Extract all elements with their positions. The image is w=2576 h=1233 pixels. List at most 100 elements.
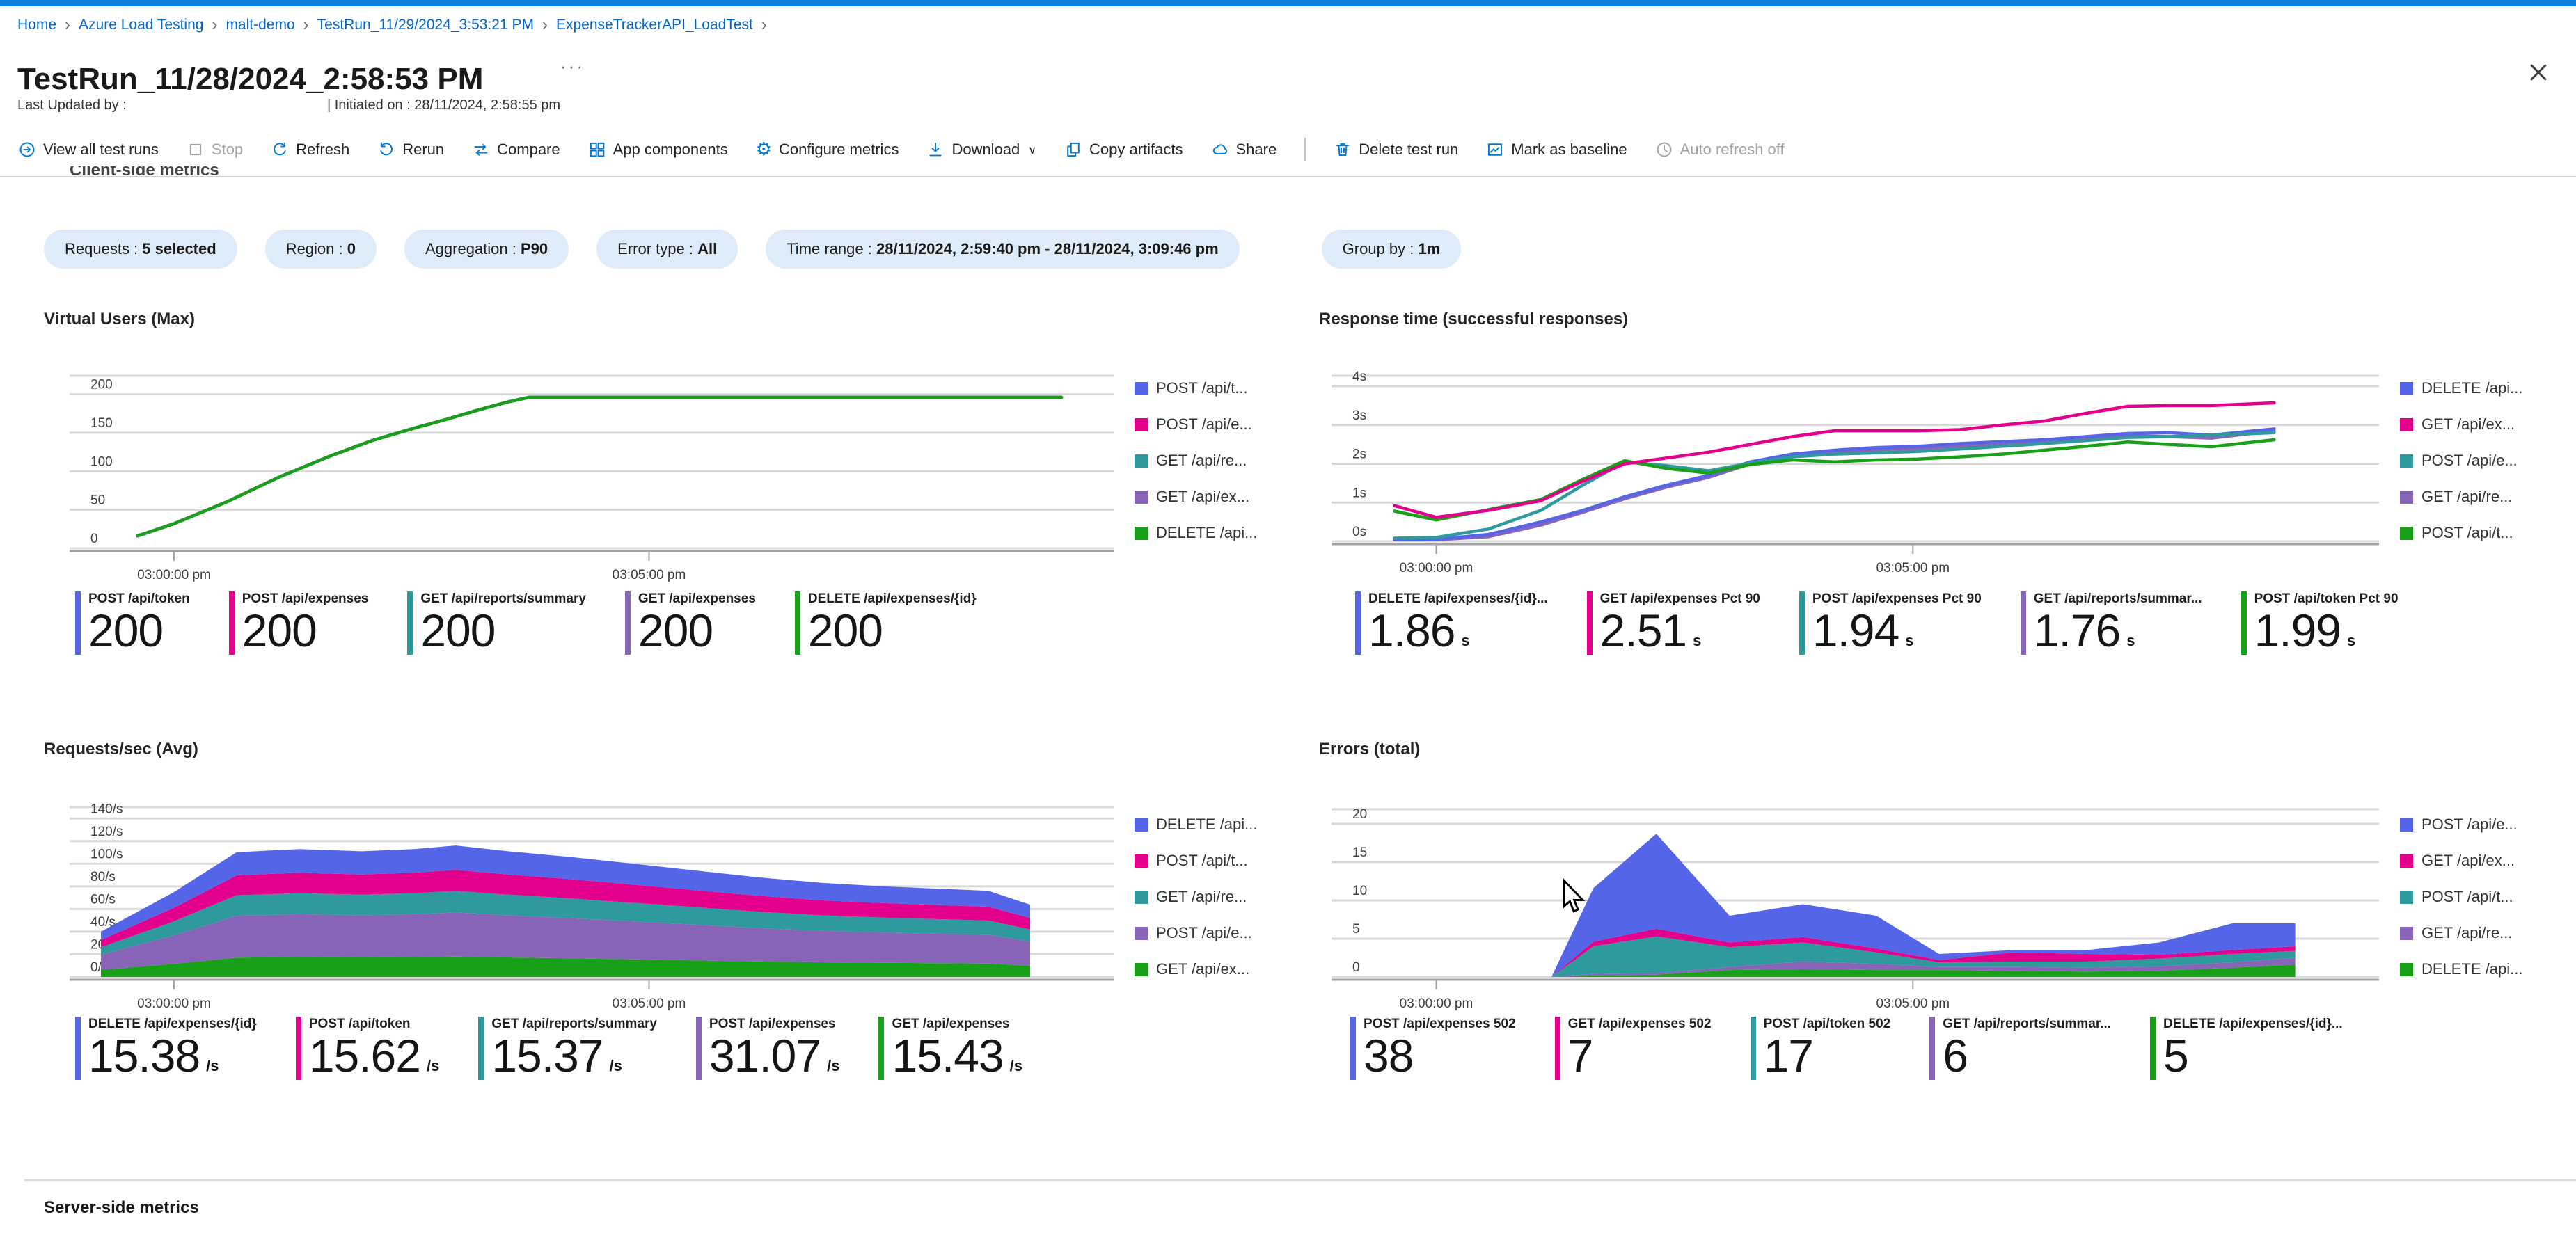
- filter-pill-time-range[interactable]: Time range : 28/11/2024, 2:59:40 pm - 28…: [766, 230, 1239, 269]
- metric-card-color-bar: [296, 1017, 301, 1080]
- close-icon[interactable]: [2526, 60, 2551, 85]
- server-side-metrics-heading: Server-side metrics: [44, 1198, 199, 1218]
- filter-pill-requests[interactable]: Requests : 5 selected: [44, 230, 237, 269]
- metric-card-post-api-token-pct-90: POST /api/token Pct 901.99s: [2241, 591, 2399, 655]
- last-updated-label: Last Updated by :: [17, 97, 127, 113]
- metric-card-post-api-token-502: POST /api/token 50217: [1751, 1017, 1891, 1080]
- metric-card-unit: /s: [827, 1058, 839, 1080]
- metric-card-get-api-expenses: GET /api/expenses200: [625, 591, 756, 655]
- legend-item-get-api-ex[interactable]: GET /api/ex...: [1135, 488, 1258, 506]
- metric-card-post-api-expenses-502: POST /api/expenses 50238: [1350, 1017, 1516, 1080]
- metric-card-value: 200: [242, 607, 369, 655]
- legend-item-delete-api[interactable]: DELETE /api...: [1135, 816, 1258, 834]
- metric-card-post-api-expenses: POST /api/expenses31.07/s: [696, 1017, 840, 1080]
- chart-title: Requests/sec (Avg): [44, 740, 1307, 759]
- virtual-users-chart: Virtual Users (Max) 05010015020003:00:00…: [44, 310, 1307, 734]
- legend-item-post-api-e[interactable]: POST /api/e...: [2400, 452, 2523, 470]
- metric-card-post-api-token: POST /api/token15.62/s: [296, 1017, 440, 1080]
- metric-card-value: 1.94s: [1812, 607, 1982, 655]
- chevron-right-icon: ›: [212, 17, 217, 33]
- legend-item-post-api-e[interactable]: POST /api/e...: [2400, 816, 2523, 834]
- metric-card-value: 38: [1364, 1032, 1516, 1080]
- share-button[interactable]: Share: [1211, 141, 1277, 159]
- breadcrumb-link-malt-demo[interactable]: malt-demo: [226, 17, 294, 33]
- legend-swatch: [1135, 527, 1148, 540]
- configure-metrics-button[interactable]: ⚙Configure metrics: [756, 141, 899, 159]
- breadcrumb-link-azure-load-testing[interactable]: Azure Load Testing: [79, 17, 203, 33]
- metric-card-unit: /s: [427, 1058, 439, 1080]
- legend-item-get-api-re[interactable]: GET /api/re...: [2400, 488, 2523, 506]
- rerun-button[interactable]: Rerun: [377, 141, 444, 159]
- copy-artifacts-button[interactable]: Copy artifacts: [1064, 141, 1183, 159]
- legend-item-get-api-re[interactable]: GET /api/re...: [1135, 888, 1258, 906]
- metric-card-color-bar: [878, 1017, 884, 1080]
- legend-item-post-api-t[interactable]: POST /api/t...: [2400, 524, 2523, 542]
- filter-pill-group-by[interactable]: Group by : 1m: [1322, 230, 1462, 269]
- legend-swatch: [1135, 854, 1148, 868]
- metric-card-unit: /s: [206, 1058, 219, 1080]
- metric-card-unit: s: [2126, 633, 2135, 655]
- app-components-button[interactable]: App components: [588, 141, 728, 159]
- refresh-button[interactable]: Refresh: [271, 141, 349, 159]
- metric-card-value: 15.37/s: [491, 1032, 657, 1080]
- metric-card-color-bar: [75, 591, 81, 655]
- legend-label: POST /api/e...: [2421, 452, 2518, 470]
- metric-card-get-api-expenses-502: GET /api/expenses 5027: [1555, 1017, 1712, 1080]
- legend-item-post-api-t[interactable]: POST /api/t...: [1135, 852, 1258, 870]
- legend-label: DELETE /api...: [2421, 379, 2523, 397]
- legend-label: POST /api/t...: [2421, 888, 2513, 906]
- view-all-test-runs-button[interactable]: View all test runs: [18, 141, 159, 159]
- metric-card-color-bar: [75, 1017, 81, 1080]
- filter-value: 5 selected: [142, 240, 216, 257]
- metric-card-color-bar: [478, 1017, 484, 1080]
- legend-item-delete-api[interactable]: DELETE /api...: [2400, 379, 2523, 397]
- legend-item-get-api-ex[interactable]: GET /api/ex...: [2400, 852, 2523, 870]
- breadcrumb-link-testrun-11-29-2024-3-53-21-pm[interactable]: TestRun_11/29/2024_3:53:21 PM: [317, 17, 534, 33]
- chevron-right-icon: ›: [542, 17, 548, 33]
- compare-button[interactable]: Compare: [472, 141, 560, 159]
- filter-pill-aggregation[interactable]: Aggregation : P90: [404, 230, 569, 269]
- filter-value: 0: [347, 240, 356, 257]
- legend-label: DELETE /api...: [1156, 524, 1258, 542]
- legend-swatch: [1135, 927, 1148, 940]
- mark-as-baseline-button[interactable]: Mark as baseline: [1486, 141, 1627, 159]
- chart-legend: POST /api/t... POST /api/e... GET /api/re.…: [1135, 379, 1258, 542]
- legend-item-get-api-re[interactable]: GET /api/re...: [1135, 452, 1258, 470]
- filter-pill-region[interactable]: Region : 0: [265, 230, 377, 269]
- legend-item-post-api-e[interactable]: POST /api/e...: [1135, 415, 1258, 433]
- metric-card-value: 6: [1943, 1032, 2111, 1080]
- svg-text:0: 0: [1352, 960, 1360, 975]
- filter-label: Time range :: [787, 240, 876, 257]
- legend-item-delete-api[interactable]: DELETE /api...: [1135, 524, 1258, 542]
- download-button[interactable]: Download∨: [926, 141, 1036, 159]
- svg-text:0: 0: [90, 532, 98, 546]
- svg-text:1s: 1s: [1352, 486, 1366, 500]
- requests-per-sec-chart: Requests/sec (Avg) 0/s20/s40/s60/s80/s10…: [44, 740, 1307, 1164]
- legend-item-delete-api[interactable]: DELETE /api...: [2400, 960, 2523, 978]
- toolbar-item-label: Share: [1236, 141, 1277, 159]
- legend-item-get-api-ex[interactable]: GET /api/ex...: [2400, 415, 2523, 433]
- filter-pill-error-type[interactable]: Error type : All: [596, 230, 738, 269]
- legend-item-post-api-e[interactable]: POST /api/e...: [1135, 924, 1258, 942]
- section-divider: [24, 1179, 2576, 1181]
- metric-card-color-bar: [1799, 591, 1805, 655]
- metric-card-value: 200: [638, 607, 756, 655]
- breadcrumb-link-home[interactable]: Home: [17, 17, 56, 33]
- svg-text:2s: 2s: [1352, 447, 1366, 462]
- delete-test-run-button[interactable]: Delete test run: [1334, 141, 1458, 159]
- chart-legend: DELETE /api... POST /api/t... GET /api/re.…: [1135, 816, 1258, 978]
- legend-item-post-api-t[interactable]: POST /api/t...: [2400, 888, 2523, 906]
- legend-item-post-api-t[interactable]: POST /api/t...: [1135, 379, 1258, 397]
- filter-value: All: [697, 240, 717, 257]
- breadcrumb-link-expensetrackerapi-loadtest[interactable]: ExpenseTrackerAPI_LoadTest: [556, 17, 753, 33]
- response-time-chart: Response time (successful responses) 0s1…: [1319, 310, 2576, 734]
- filter-label: Region :: [286, 240, 347, 257]
- toolbar-item-label: Auto refresh off: [1680, 141, 1785, 159]
- legend-item-get-api-ex[interactable]: GET /api/ex...: [1135, 960, 1258, 978]
- legend-swatch: [2400, 454, 2413, 468]
- filter-label: Aggregation :: [425, 240, 521, 257]
- legend-swatch: [2400, 382, 2413, 395]
- legend-item-get-api-re[interactable]: GET /api/re...: [2400, 924, 2523, 942]
- more-options-icon[interactable]: ···: [560, 56, 585, 77]
- rerun-icon: [377, 141, 395, 159]
